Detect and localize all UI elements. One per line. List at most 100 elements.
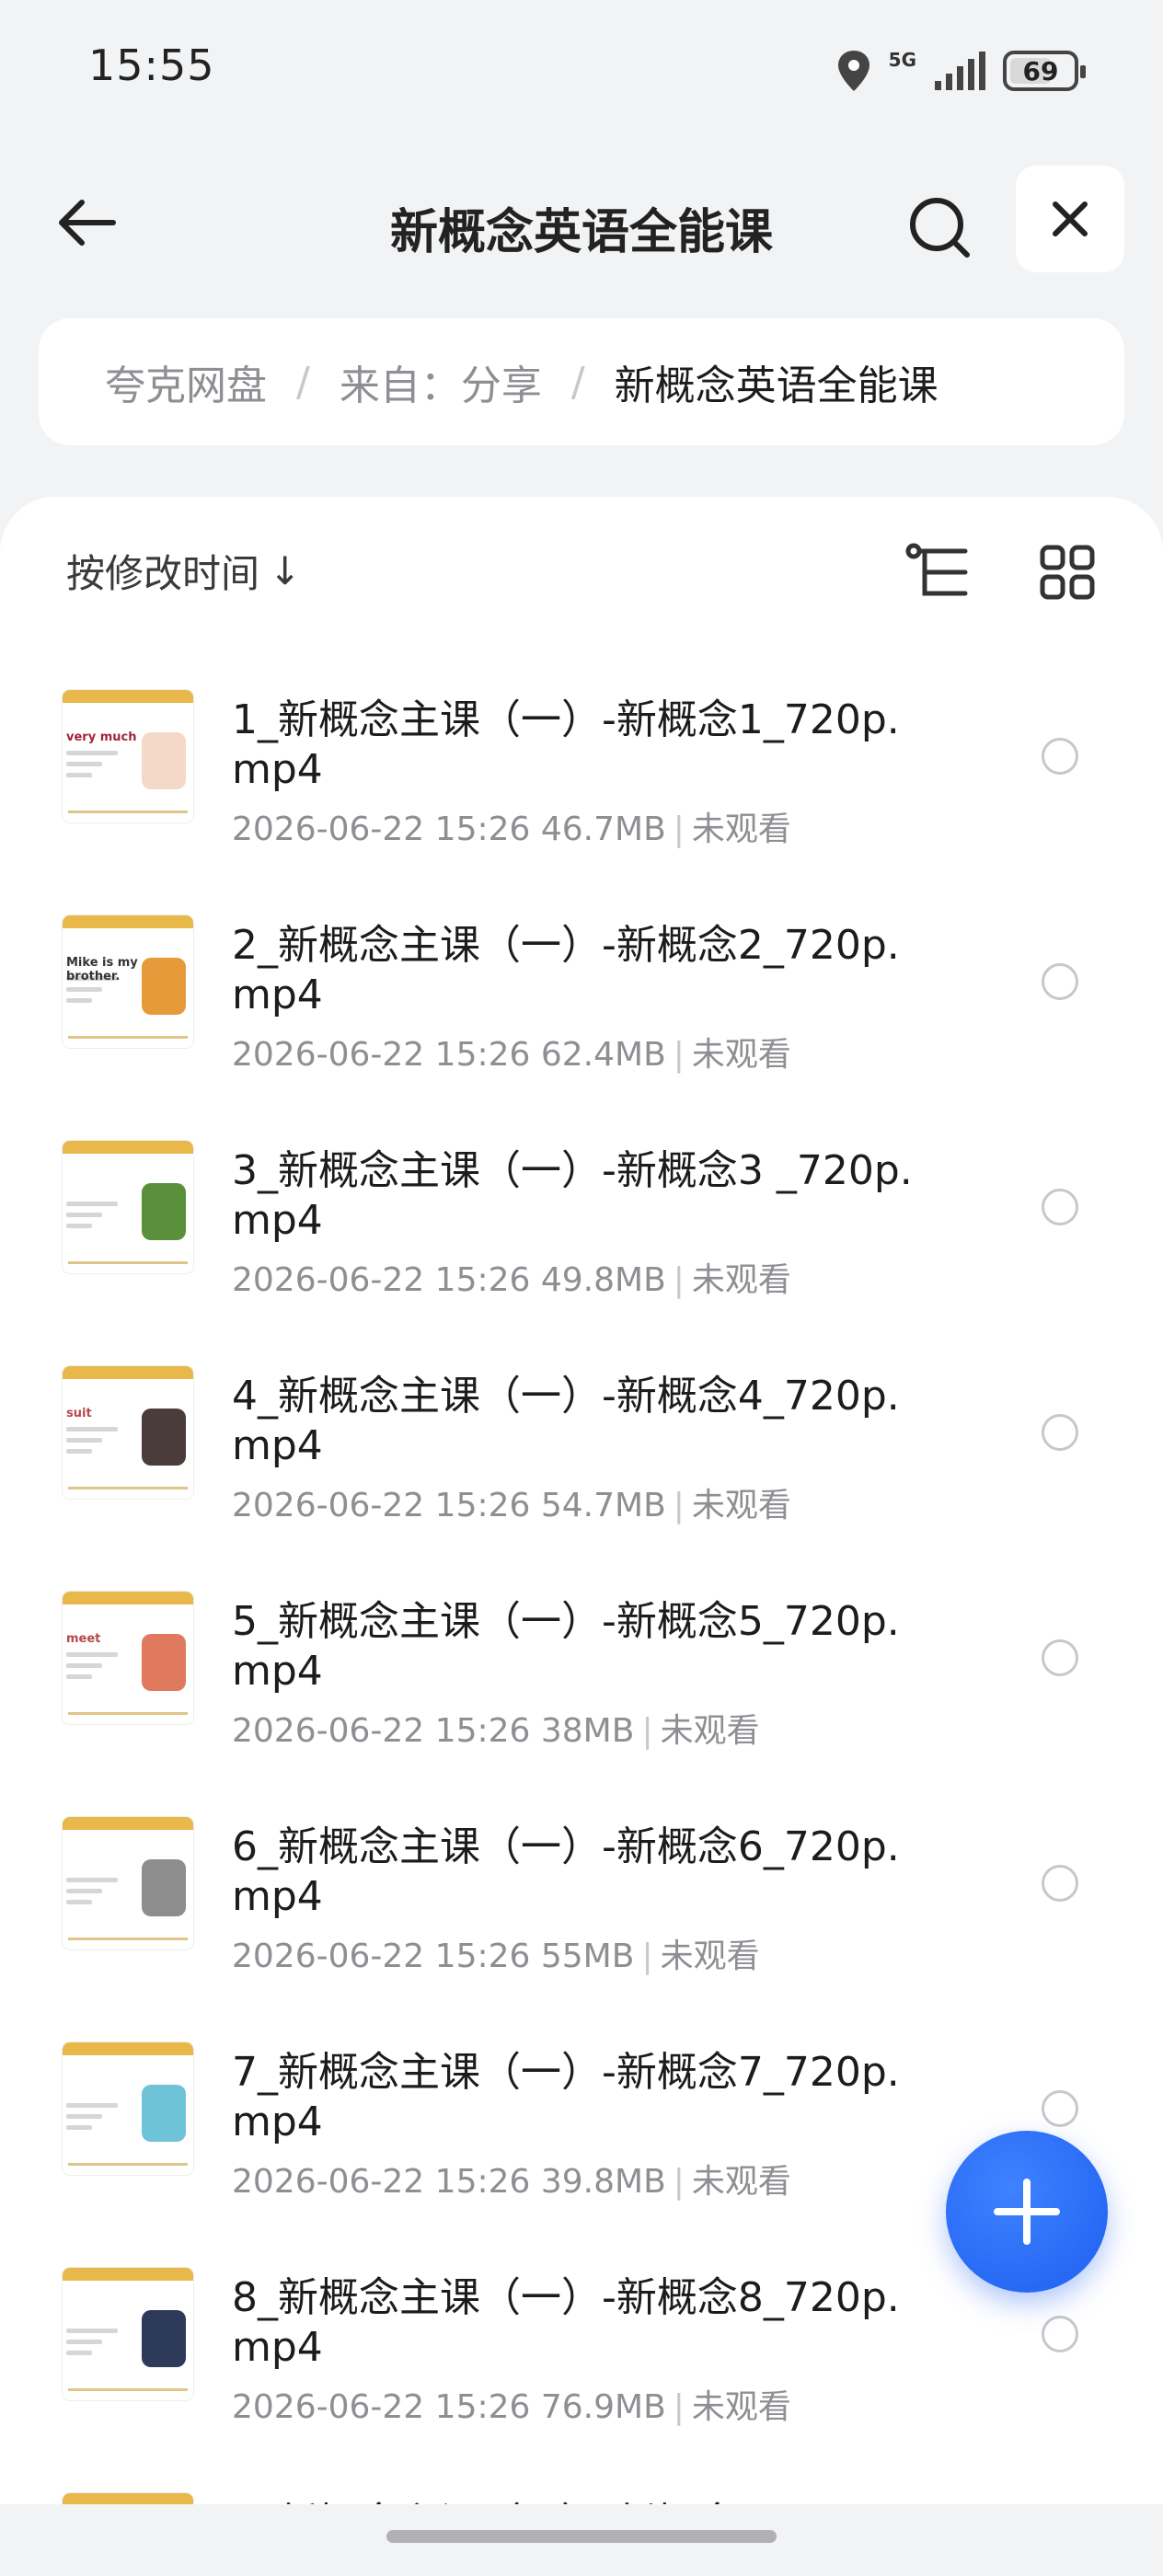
close-button[interactable]: [1016, 166, 1124, 272]
tree-view-button[interactable]: [900, 535, 973, 609]
select-radio[interactable]: [1042, 1865, 1078, 1902]
file-date: 2026-06-22 15:26: [232, 1712, 531, 1750]
select-radio[interactable]: [1042, 2316, 1078, 2352]
file-row[interactable]: meet 5_新概念主课（一）-新概念5_720p.mp4 2026-06-22 1…: [0, 1564, 1163, 1789]
file-date: 2026-06-22 15:26: [232, 1938, 531, 1975]
video-thumbnail: [63, 1141, 193, 1273]
file-list: very much 1_新概念主课（一）-新概念1_720p.mp4 2026-06…: [0, 662, 1163, 2576]
file-size: 62.4MB: [540, 1036, 666, 1074]
file-date: 2026-06-22 15:26: [232, 1487, 531, 1524]
breadcrumb-item-current: 新概念英语全能课: [614, 362, 938, 409]
meta-separator: |: [673, 2163, 685, 2201]
file-date: 2026-06-22 15:26: [232, 2163, 531, 2201]
meta-separator: |: [673, 2388, 685, 2426]
breadcrumb: 夸克网盘 / 来自：分享 / 新概念英语全能课: [39, 318, 1124, 445]
video-thumbnail: [63, 2268, 193, 2400]
watch-status: 未观看: [691, 1036, 791, 1074]
grid-view-button[interactable]: [1031, 535, 1104, 609]
file-size: 76.9MB: [540, 2388, 666, 2426]
watch-status: 未观看: [691, 2388, 791, 2426]
video-thumbnail: very much: [63, 690, 193, 822]
file-size: 49.8MB: [540, 1261, 666, 1299]
video-thumbnail: [63, 1817, 193, 1949]
arrow-down-icon: ↓: [269, 548, 302, 593]
meta-separator: |: [673, 1036, 685, 1074]
file-meta: 2026-06-22 15:26 38MB | 未观看: [232, 1704, 760, 1752]
file-name: 2_新概念主课（一）-新概念2_720p.mp4: [232, 922, 900, 1018]
thumbnail-caption: suit: [66, 1407, 92, 1420]
watch-status: 未观看: [660, 1712, 760, 1750]
meta-separator: |: [641, 1938, 653, 1975]
file-size: 38MB: [540, 1712, 635, 1750]
search-icon: [910, 198, 970, 258]
select-radio[interactable]: [1042, 1639, 1078, 1676]
file-meta: 2026-06-22 15:26 76.9MB | 未观看: [232, 2380, 791, 2428]
file-size: 54.7MB: [540, 1487, 666, 1524]
watch-status: 未观看: [691, 1261, 791, 1299]
file-date: 2026-06-22 15:26: [232, 1036, 531, 1074]
watch-status: 未观看: [691, 2163, 791, 2201]
meta-separator: |: [673, 1261, 685, 1299]
file-row[interactable]: very much 1_新概念主课（一）-新概念1_720p.mp4 2026-06…: [0, 662, 1163, 888]
file-name: 3_新概念主课（一）-新概念3 _720p.mp4: [232, 1147, 913, 1244]
file-name: 7_新概念主课（一）-新概念7_720p.mp4: [232, 2049, 900, 2145]
file-date: 2026-06-22 15:26: [232, 1261, 531, 1299]
close-icon: [1053, 201, 1088, 236]
file-meta: 2026-06-22 15:26 39.8MB | 未观看: [232, 2155, 791, 2202]
breadcrumb-item-share[interactable]: 来自：分享: [340, 352, 542, 411]
thumbnail-caption: very much: [66, 730, 137, 744]
bottom-bar: [0, 2504, 1163, 2576]
signal-icon: [935, 52, 985, 90]
video-thumbnail: [63, 2042, 193, 2175]
meta-separator: |: [641, 1712, 653, 1750]
thumbnail-caption: Mike is my brother.: [66, 956, 138, 983]
file-row[interactable]: 3_新概念主课（一）-新概念3 _720p.mp4 2026-06-22 15:2…: [0, 1113, 1163, 1339]
select-radio[interactable]: [1042, 1414, 1078, 1451]
thumbnail-caption: meet: [66, 1632, 101, 1646]
video-thumbnail: meet: [63, 1592, 193, 1724]
select-radio[interactable]: [1042, 1189, 1078, 1225]
sort-button[interactable]: 按修改时间 ↓: [66, 543, 301, 599]
status-bar: 15:55 5G 69: [0, 0, 1163, 147]
page-title: 新概念英语全能课: [389, 205, 773, 260]
status-time: 15:55: [88, 40, 215, 90]
video-thumbnail: Mike is my brother.: [63, 915, 193, 1048]
select-radio[interactable]: [1042, 963, 1078, 1000]
file-size: 46.7MB: [540, 811, 666, 848]
breadcrumb-item-root[interactable]: 夸克网盘: [105, 352, 267, 411]
file-name: 5_新概念主课（一）-新概念5_720p.mp4: [232, 1598, 900, 1695]
grid-icon: [1040, 545, 1095, 600]
meta-separator: |: [673, 1487, 685, 1524]
file-meta: 2026-06-22 15:26 55MB | 未观看: [232, 1929, 760, 1977]
location-icon: [837, 51, 869, 91]
file-date: 2026-06-22 15:26: [232, 811, 531, 848]
watch-status: 未观看: [691, 811, 791, 848]
home-indicator[interactable]: [386, 2530, 777, 2543]
file-row[interactable]: Mike is my brother. 2_新概念主课（一）-新概念2_720p.…: [0, 888, 1163, 1113]
status-icons: 5G 69: [835, 48, 1086, 94]
header: 新概念英语全能课: [0, 166, 1163, 276]
meta-separator: |: [673, 811, 685, 848]
add-button[interactable]: [946, 2131, 1108, 2293]
file-meta: 2026-06-22 15:26 62.4MB | 未观看: [232, 1028, 791, 1075]
battery-icon: 69: [1003, 51, 1086, 91]
file-date: 2026-06-22 15:26: [232, 2388, 531, 2426]
file-size: 55MB: [540, 1938, 635, 1975]
file-row[interactable]: 6_新概念主课（一）-新概念6_720p.mp4 2026-06-22 15:26…: [0, 1789, 1163, 2015]
search-button[interactable]: [898, 186, 981, 269]
file-name: 8_新概念主课（一）-新概念8_720p.mp4: [232, 2274, 900, 2371]
select-radio[interactable]: [1042, 738, 1078, 775]
video-thumbnail: suit: [63, 1366, 193, 1499]
plus-icon: [994, 2179, 1060, 2245]
select-radio[interactable]: [1042, 2090, 1078, 2127]
battery-level: 69: [1022, 55, 1059, 86]
file-meta: 2026-06-22 15:26 46.7MB | 未观看: [232, 802, 791, 850]
sort-label: 按修改时间: [66, 551, 260, 596]
breadcrumb-separator: /: [570, 358, 585, 406]
file-meta: 2026-06-22 15:26 49.8MB | 未观看: [232, 1253, 791, 1301]
watch-status: 未观看: [660, 1938, 760, 1975]
file-name: 6_新概念主课（一）-新概念6_720p.mp4: [232, 1823, 900, 1920]
file-row[interactable]: suit 4_新概念主课（一）-新概念4_720p.mp4 2026-06-22 1…: [0, 1339, 1163, 1564]
tree-structure-icon: [905, 543, 968, 596]
file-meta: 2026-06-22 15:26 54.7MB | 未观看: [232, 1478, 791, 1526]
